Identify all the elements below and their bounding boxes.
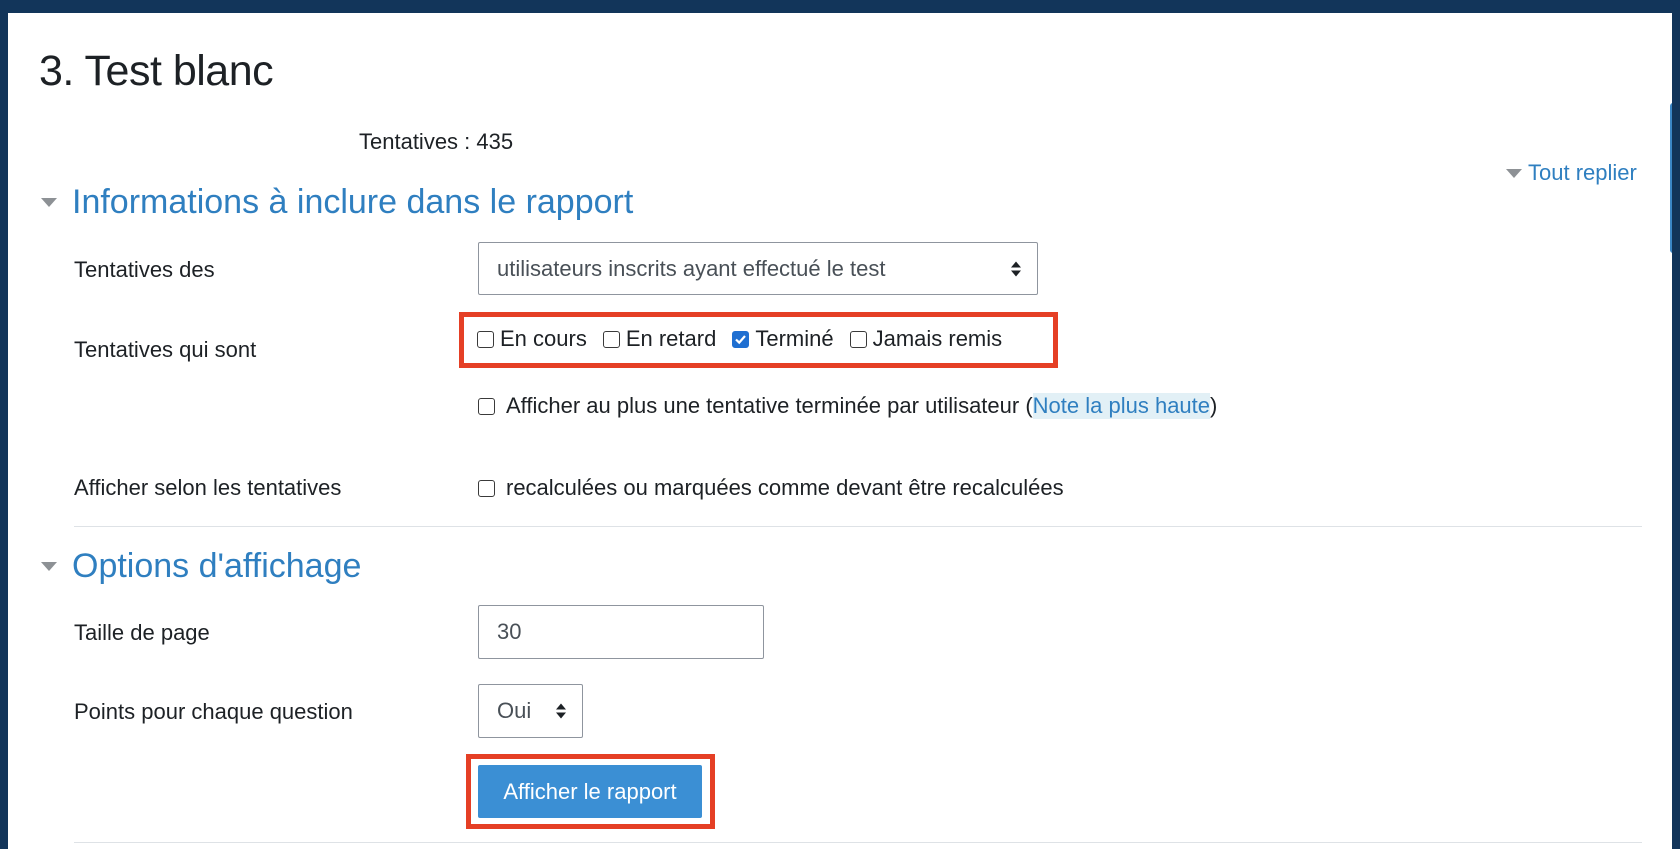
checkbox[interactable]	[732, 330, 750, 348]
state-checkbox-inprogress[interactable]: En cours	[477, 326, 587, 352]
attempts-from-select[interactable]: utilisateurs inscrits ayant effectué le …	[478, 242, 1038, 295]
section-report-header[interactable]: Informations à inclure dans le rapport	[41, 183, 633, 222]
marks-value: Oui	[497, 698, 532, 723]
regraded-row: recalculées ou marquées comme devant êtr…	[478, 473, 1064, 503]
only-one-attempt-checkbox[interactable]: Afficher au plus une tentative terminée …	[478, 393, 1217, 419]
section-display-heading: Options d'affichage	[72, 547, 362, 585]
state-label: En retard	[625, 326, 717, 351]
state-label: Jamais remis	[872, 326, 1003, 351]
state-checkbox-overdue[interactable]: En retard	[602, 326, 717, 352]
chevron-down-icon	[41, 198, 57, 207]
checkbox[interactable]	[849, 330, 867, 348]
checkbox[interactable]	[477, 330, 494, 348]
page-size-label: Taille de page	[74, 620, 210, 645]
report-page: 3. Test blanc Tentatives : 435 Tout repl…	[8, 13, 1672, 849]
regraded-label: recalculées ou marquées comme devant êtr…	[506, 475, 1064, 500]
state-checkbox-abandoned[interactable]: Jamais remis	[849, 326, 1003, 352]
section-divider	[74, 526, 1642, 527]
attempts-from-label: Tentatives des	[74, 257, 215, 282]
checkbox[interactable]	[478, 397, 495, 415]
checkbox[interactable]	[478, 479, 495, 497]
only-one-suffix: )	[1210, 393, 1218, 418]
collapse-all-label: Tout replier	[1528, 160, 1637, 185]
attempt-states-group: En cours En retard Terminé Jamais remis	[477, 324, 1002, 354]
only-one-prefix: Afficher au plus une tentative terminée …	[506, 393, 1033, 418]
regraded-checkbox[interactable]: recalculées ou marquées comme devant êtr…	[478, 475, 1064, 501]
checkbox[interactable]	[602, 330, 620, 348]
section-report-heading: Informations à inclure dans le rapport	[72, 183, 634, 221]
section-display-header[interactable]: Options d'affichage	[41, 547, 361, 586]
show-report-button[interactable]: Afficher le rapport	[478, 765, 702, 818]
page-title: 3. Test blanc	[39, 47, 274, 95]
page-size-input[interactable]: 30	[478, 605, 764, 659]
scrollbar-thumb[interactable]	[1670, 103, 1672, 253]
state-checkbox-finished[interactable]: Terminé	[732, 326, 834, 352]
only-one-attempt-row: Afficher au plus une tentative terminée …	[478, 391, 1217, 421]
state-label: Terminé	[755, 326, 834, 351]
select-caret-icon	[1011, 261, 1021, 276]
chevron-down-icon	[1506, 168, 1522, 178]
show-by-label: Afficher selon les tentatives	[74, 475, 342, 500]
attempts-that-are-label: Tentatives qui sont	[74, 337, 257, 362]
attempts-from-value: utilisateurs inscrits ayant effectué le …	[497, 255, 886, 281]
marks-label: Points pour chaque question	[74, 699, 353, 724]
select-caret-icon	[556, 703, 566, 719]
page-size-value: 30	[497, 619, 522, 644]
chevron-down-icon	[41, 562, 57, 571]
state-label: En cours	[500, 326, 587, 351]
highest-grade-link[interactable]: Note la plus haute	[1032, 393, 1211, 419]
attempts-count: Tentatives : 435	[359, 129, 514, 154]
marks-select[interactable]: Oui	[478, 684, 583, 738]
section-divider	[74, 842, 1642, 843]
collapse-all-link[interactable]: Tout replier	[1506, 160, 1637, 186]
